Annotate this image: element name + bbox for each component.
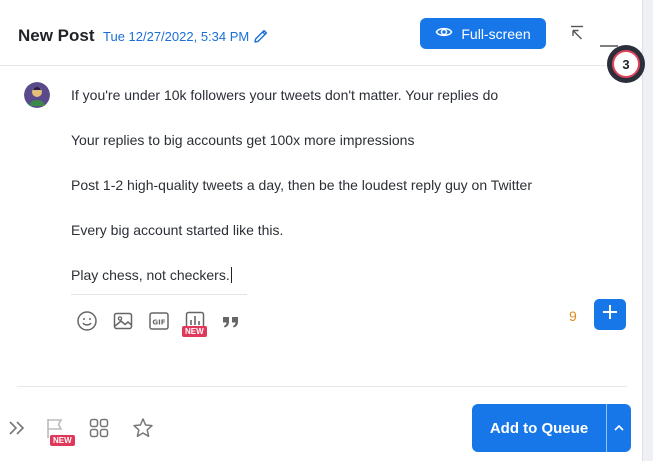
post-line-4: Every big account started like this. (71, 222, 284, 238)
add-to-queue-label: Add to Queue (489, 419, 589, 437)
flag-new-badge: NEW (50, 435, 75, 446)
post-line-5-wrapper: Play chess, not checkers. (71, 266, 611, 311)
footer-divider (17, 386, 627, 387)
collapse-icon[interactable] (568, 24, 586, 42)
quote-icon[interactable] (220, 310, 242, 332)
double-chevron-right-icon[interactable] (6, 417, 28, 439)
gif-icon[interactable]: GIF (148, 310, 170, 332)
post-date[interactable]: Tue 12/27/2022, 5:34 PM (103, 29, 249, 44)
add-tweet-button[interactable] (594, 299, 626, 330)
add-to-queue-button[interactable]: Add to Queue (472, 404, 631, 452)
pencil-icon[interactable] (253, 28, 269, 44)
plus-icon (602, 304, 618, 325)
avatar (24, 82, 50, 108)
eye-icon (435, 23, 453, 44)
grid-icon[interactable] (88, 417, 110, 439)
divider (71, 294, 247, 295)
composer-header: New Post Tue 12/27/2022, 5:34 PM Full-sc… (0, 0, 643, 66)
post-line-5: Play chess, not checkers. (71, 267, 230, 283)
notification-count: 3 (612, 50, 640, 78)
image-icon[interactable] (112, 310, 134, 332)
minimize-icon[interactable] (600, 36, 618, 47)
poll-new-badge: NEW (182, 326, 207, 337)
fullscreen-label: Full-screen (461, 25, 531, 42)
notification-badge[interactable]: 3 (607, 45, 645, 83)
post-line-2: Your replies to big accounts get 100x mo… (71, 132, 415, 148)
editor-toolbar: GIF NEW (76, 309, 242, 337)
post-line-3: Post 1-2 high-quality tweets a day, then… (71, 177, 532, 193)
text-caret (230, 267, 232, 283)
fullscreen-button[interactable]: Full-screen (420, 18, 546, 49)
emoji-icon[interactable] (76, 310, 98, 332)
post-text-area[interactable]: If you're under 10k followers your tweet… (71, 86, 611, 311)
svg-text:GIF: GIF (152, 319, 165, 327)
post-composer-panel: New Post Tue 12/27/2022, 5:34 PM Full-sc… (0, 0, 645, 461)
chevron-up-icon[interactable] (607, 404, 631, 452)
poll-icon[interactable]: NEW (182, 310, 207, 337)
page-title: New Post (18, 26, 95, 45)
flag-icon[interactable]: NEW (44, 417, 75, 446)
star-icon[interactable] (132, 417, 154, 439)
post-line-1: If you're under 10k followers your tweet… (71, 87, 499, 103)
character-count: 9 (569, 308, 577, 324)
